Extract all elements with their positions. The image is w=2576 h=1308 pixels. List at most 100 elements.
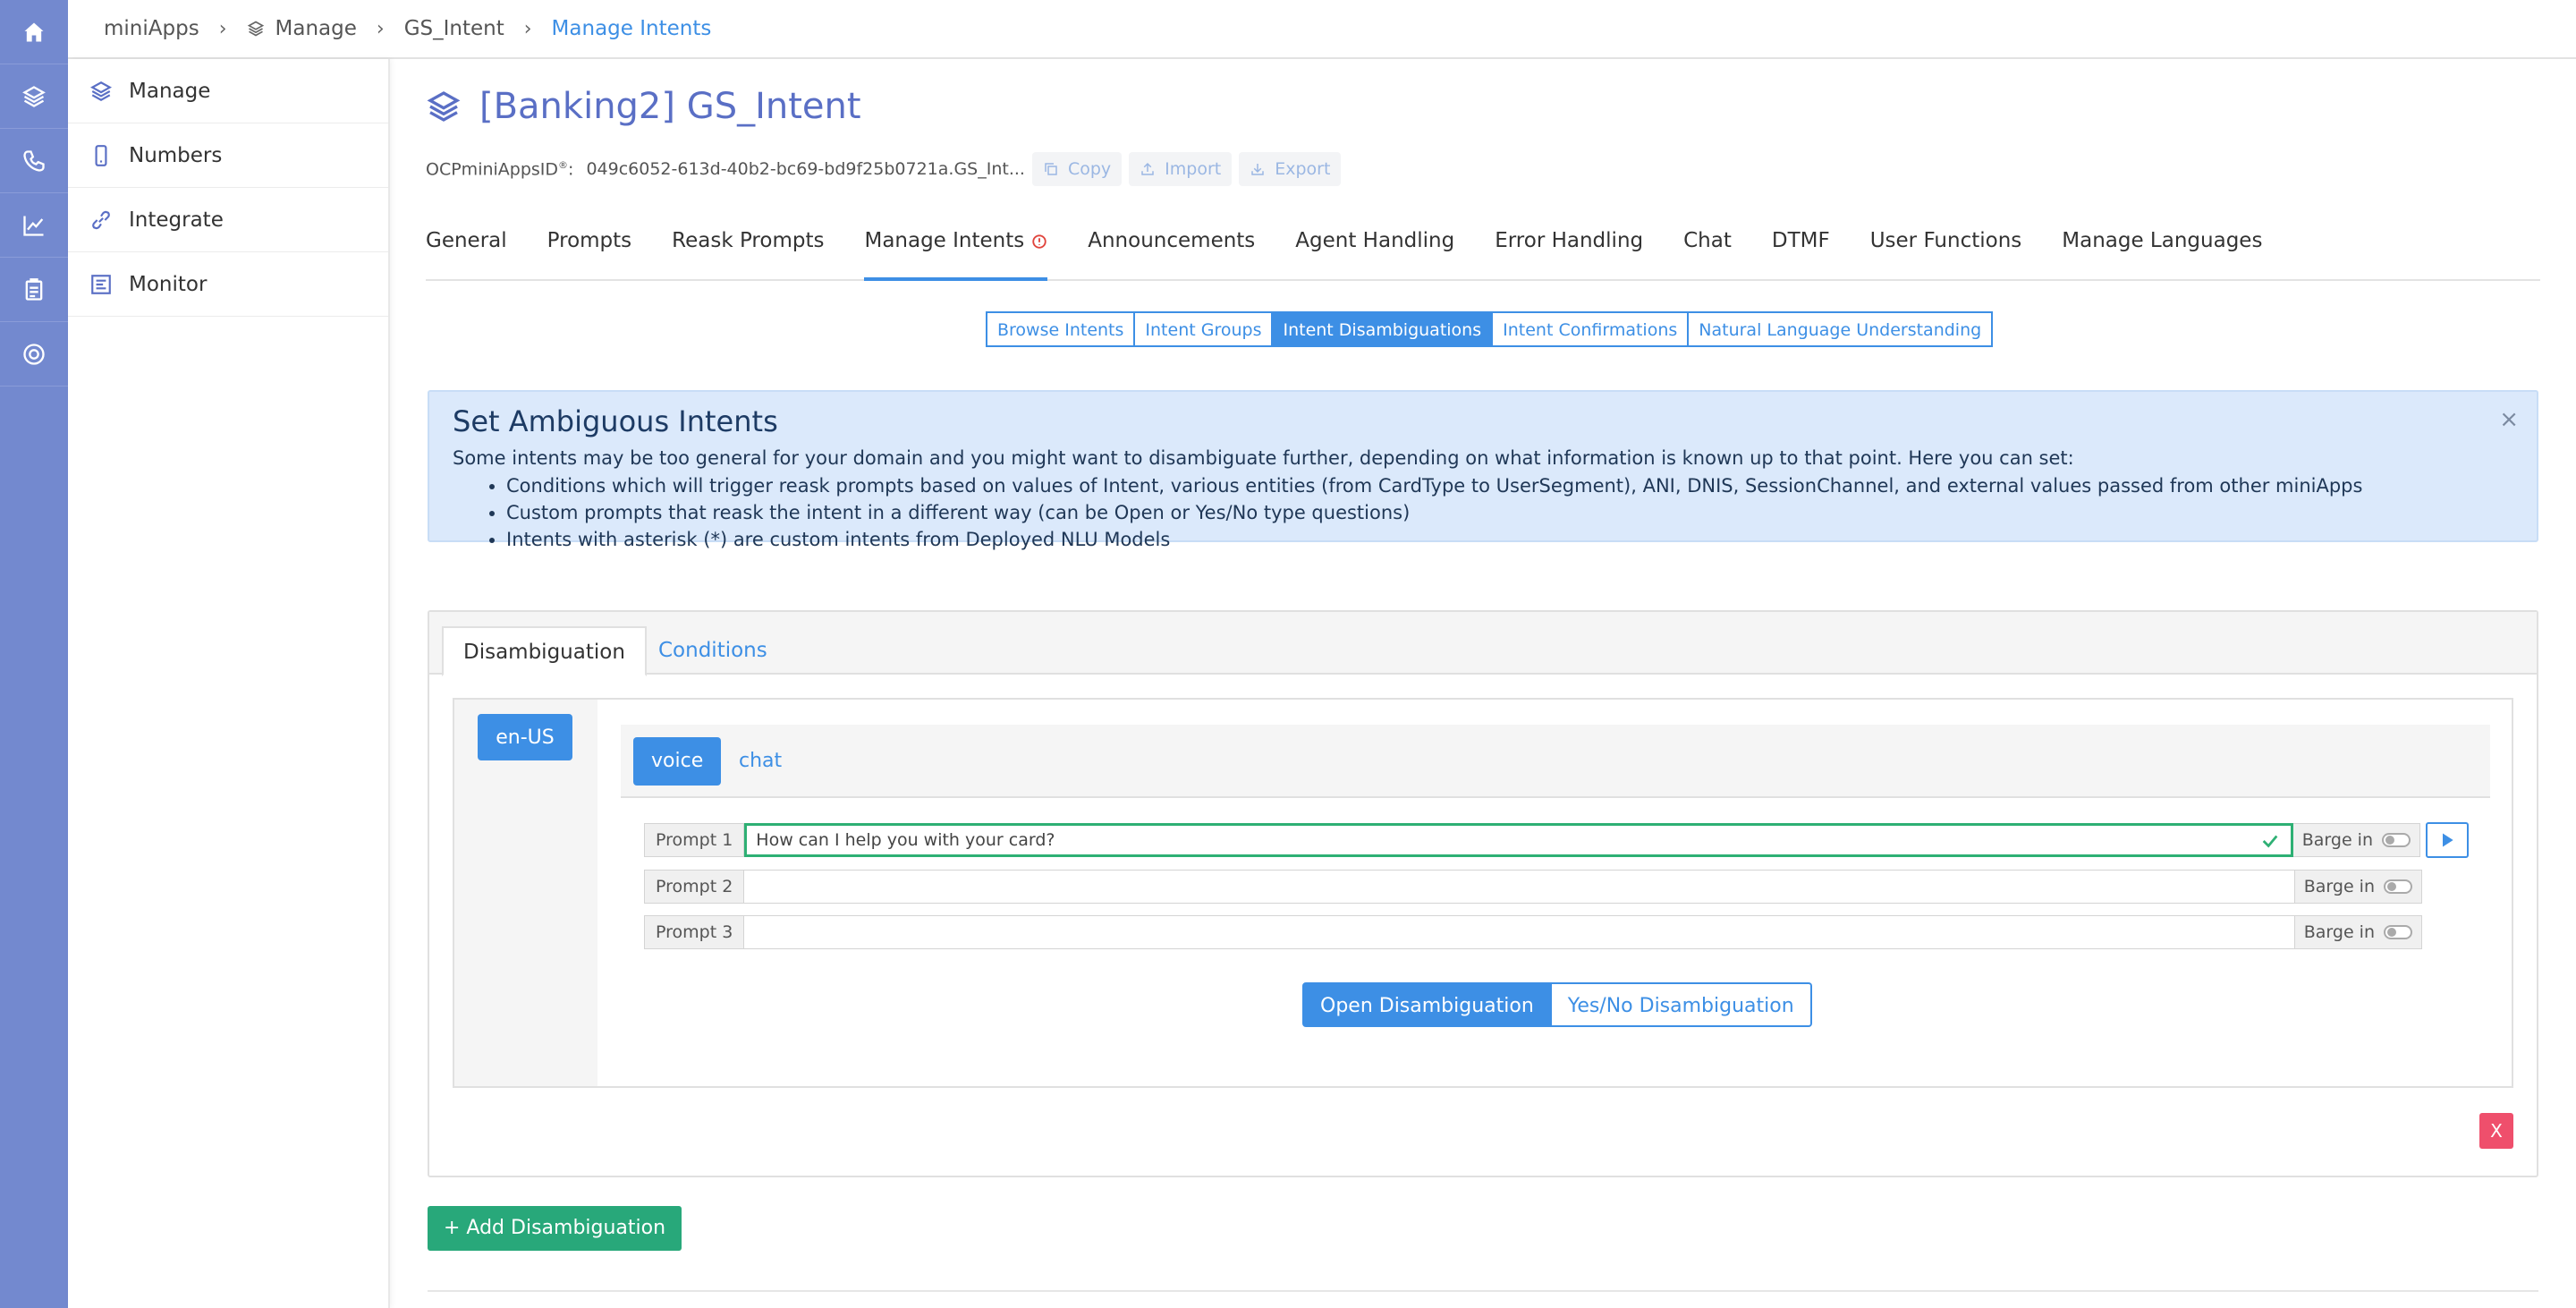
channel-chat-button[interactable]: chat [721, 737, 800, 786]
channel-tabs: voice chat [621, 725, 2490, 798]
page-header: [Banking2] GS_Intent [426, 86, 861, 127]
tab-chat[interactable]: Chat [1683, 217, 1732, 281]
language-en-us-button[interactable]: en-US [478, 714, 572, 760]
language-column: en-US [454, 700, 597, 1086]
barge-in-toggle[interactable] [2384, 879, 2412, 894]
sidebar-item-numbers[interactable]: Numbers [68, 123, 388, 188]
main-tabs: General Prompts Reask Prompts Manage Int… [426, 217, 2540, 281]
tab-user-functions[interactable]: User Functions [1870, 217, 2022, 281]
layers-icon [247, 21, 264, 37]
add-disambiguation-button[interactable]: + Add Disambiguation [428, 1206, 682, 1251]
tab-general[interactable]: General [426, 217, 507, 281]
home-icon [24, 22, 44, 41]
monitor-icon [91, 274, 111, 294]
subtab-browse-intents[interactable]: Browse Intents [986, 311, 1136, 347]
subtab-nlu[interactable]: Natural Language Understanding [1687, 311, 1994, 347]
barge-in-label: Barge in [2301, 830, 2373, 850]
info-list: Conditions which will trigger reask prom… [506, 472, 2513, 553]
breadcrumb-gs-intent[interactable]: GS_Intent [404, 17, 504, 40]
breadcrumb: miniApps › Manage › GS_Intent › Manage I… [68, 0, 2576, 59]
layers-icon [22, 85, 46, 107]
subtab-intent-disambiguations[interactable]: Intent Disambiguations [1271, 311, 1494, 347]
lifebuoy-icon [23, 343, 45, 365]
prompt-1-value: How can I help you with your card? [756, 830, 1055, 850]
tab-agent-handling[interactable]: Agent Handling [1295, 217, 1454, 281]
prompt-row-2: Prompt 2 Barge in [644, 870, 2422, 904]
sidebar-item-monitor[interactable]: Monitor [68, 252, 388, 317]
barge-in-control: Barge in [2292, 823, 2420, 857]
sidebar-item-label: Monitor [129, 272, 208, 296]
barge-in-control: Barge in [2294, 915, 2422, 949]
layers-icon [90, 81, 112, 101]
subtab-intent-groups[interactable]: Intent Groups [1133, 311, 1274, 347]
rail-support[interactable] [0, 322, 68, 386]
tab-error-handling[interactable]: Error Handling [1495, 217, 1643, 281]
disambiguation-type-toggle: Open Disambiguation Yes/No Disambiguatio… [1302, 982, 1812, 1027]
chevron-right-icon: › [376, 17, 385, 40]
divider [428, 1290, 2538, 1292]
prompt-row-3: Prompt 3 Barge in [644, 915, 2422, 949]
breadcrumb-manage-intents: Manage Intents [551, 17, 712, 40]
open-disambiguation-button[interactable]: Open Disambiguation [1302, 982, 1552, 1027]
barge-in-toggle[interactable] [2384, 925, 2412, 939]
tab-prompts[interactable]: Prompts [547, 217, 632, 281]
tab-manage-intents-label: Manage Intents [864, 229, 1025, 252]
channel-voice-button[interactable]: voice [633, 737, 722, 786]
tab-disambiguation[interactable]: Disambiguation [442, 626, 647, 676]
export-button[interactable]: Export [1239, 152, 1342, 186]
chart-icon [23, 216, 44, 236]
play-prompt-button[interactable] [2426, 822, 2469, 858]
panel-tabs: Disambiguation Conditions [429, 612, 2537, 676]
link-icon [92, 210, 110, 229]
layers-icon [427, 91, 461, 122]
app-id-label-text: OCPminiAppsID [426, 159, 559, 180]
language-container: en-US voice chat Prompt 1 How can I help… [453, 698, 2513, 1088]
rail-analytics[interactable] [0, 193, 68, 258]
main-content: [Banking2] GS_Intent OCPminiAppsID®: 049… [426, 59, 2540, 1308]
tab-announcements[interactable]: Announcements [1088, 217, 1255, 281]
import-label: Import [1165, 159, 1222, 179]
prompt-2-input[interactable] [744, 870, 2295, 904]
check-icon [2262, 835, 2278, 848]
tab-manage-languages[interactable]: Manage Languages [2062, 217, 2262, 281]
prompt-label: Prompt 2 [644, 870, 745, 904]
import-button[interactable]: Import [1129, 152, 1233, 186]
tab-reask-prompts[interactable]: Reask Prompts [672, 217, 824, 281]
sidebar-item-integrate[interactable]: Integrate [68, 188, 388, 252]
chevron-right-icon: › [523, 17, 532, 40]
prompt-3-input[interactable] [744, 915, 2295, 949]
rail-home[interactable] [0, 0, 68, 64]
download-icon [1251, 164, 1264, 175]
subtab-intent-confirmations[interactable]: Intent Confirmations [1491, 311, 1690, 347]
info-bullet: Intents with asterisk (*) are custom int… [506, 526, 2513, 553]
sidebar: Manage Numbers Integrate Monitor [68, 59, 390, 1308]
play-icon [2443, 833, 2453, 847]
breadcrumb-miniapps[interactable]: miniApps [104, 17, 199, 40]
rail-numbers[interactable] [0, 129, 68, 193]
prompt-content: voice chat Prompt 1 How can I help you w… [597, 700, 2512, 1086]
tab-dtmf[interactable]: DTMF [1772, 217, 1830, 281]
phone-icon [23, 149, 45, 172]
sidebar-item-label: Numbers [129, 143, 223, 167]
copy-button[interactable]: Copy [1031, 152, 1123, 186]
chevron-right-icon: › [218, 17, 227, 40]
rail-manage[interactable] [0, 64, 68, 129]
prompt-1-input[interactable]: How can I help you with your card? [744, 823, 2293, 857]
remove-disambiguation-button[interactable]: X [2479, 1113, 2513, 1149]
export-label: Export [1275, 159, 1331, 179]
tab-manage-intents[interactable]: Manage Intents [864, 217, 1048, 281]
breadcrumb-manage[interactable]: Manage [247, 17, 357, 40]
app-id-colon: : [568, 159, 574, 180]
rail-reports[interactable] [0, 258, 68, 322]
app-id-row: OCPminiAppsID®: 049c6052-613d-40b2-bc69-… [426, 152, 1342, 186]
sidebar-item-manage[interactable]: Manage [68, 59, 388, 123]
copy-label: Copy [1067, 159, 1112, 179]
yes-no-disambiguation-button[interactable]: Yes/No Disambiguation [1551, 982, 1812, 1027]
barge-in-label: Barge in [2303, 922, 2375, 942]
barge-in-toggle[interactable] [2382, 833, 2411, 847]
prompt-row-1: Prompt 1 How can I help you with your ca… [644, 822, 2469, 858]
alert-circle-icon [1032, 234, 1046, 249]
breadcrumb-manage-label: Manage [275, 17, 357, 40]
close-icon[interactable]: × [2499, 406, 2519, 433]
tab-conditions[interactable]: Conditions [639, 626, 787, 676]
